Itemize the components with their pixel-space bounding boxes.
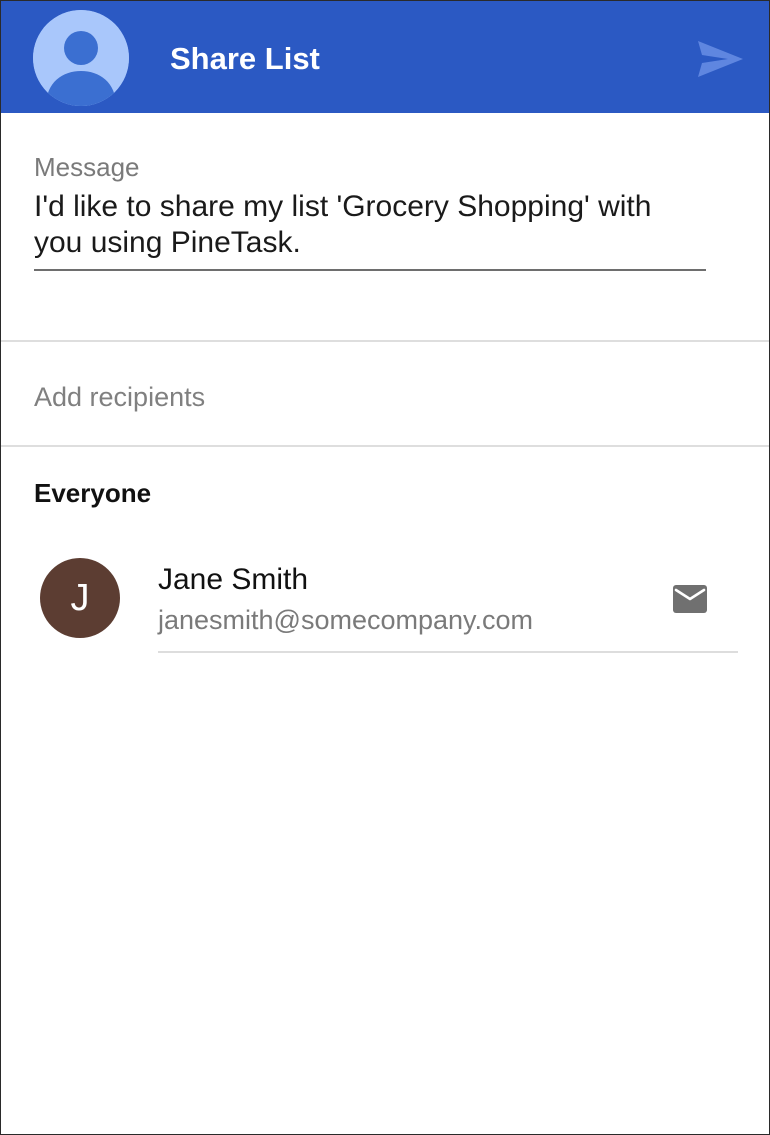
divider [1,340,769,342]
account-avatar[interactable] [33,10,129,106]
email-contact-button[interactable] [673,585,707,613]
message-field[interactable]: I'd like to share my list 'Grocery Shopp… [34,189,706,265]
message-section: Message I'd like to share my list 'Groce… [1,113,769,341]
send-icon [698,41,743,77]
contact-email: janesmith@somecompany.com [158,605,534,635]
share-list-screen: Share List Message I'd like to share my … [0,0,770,1135]
section-header-everyone: Everyone [34,478,152,508]
page-title: Share List [170,41,320,76]
app-bar: Share List [1,1,769,113]
contact-divider [158,651,738,653]
add-recipients-input[interactable] [34,375,734,419]
divider [1,445,769,447]
send-button[interactable] [695,37,745,81]
message-underline [34,269,706,271]
mail-icon [673,585,707,613]
contact-row[interactable]: J Jane Smith janesmith@somecompany.com [1,541,769,655]
contact-avatar: J [40,558,120,638]
message-label: Message [34,152,140,182]
contact-name: Jane Smith [158,563,309,596]
account-circle-icon [33,10,129,106]
